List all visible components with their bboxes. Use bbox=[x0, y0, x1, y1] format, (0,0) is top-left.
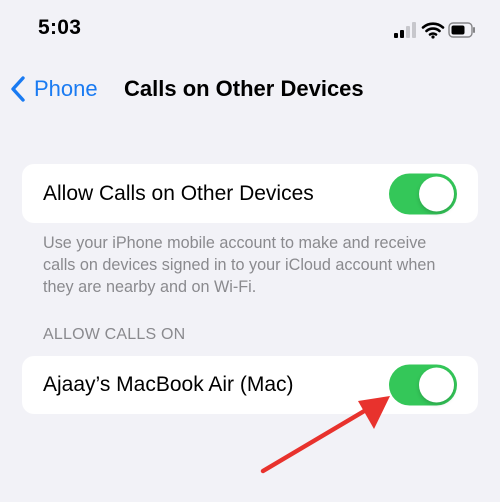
device-toggle[interactable] bbox=[389, 364, 457, 406]
allow-calls-toggle[interactable] bbox=[389, 173, 457, 214]
status-time: 5:03 bbox=[38, 16, 82, 39]
signal-icon bbox=[394, 22, 416, 38]
battery-icon bbox=[448, 22, 475, 38]
toggle-knob bbox=[419, 367, 454, 403]
allow-calls-on-section-header: ALLOW CALLS ON bbox=[43, 326, 186, 343]
back-button-label: Phone bbox=[34, 76, 98, 101]
navigation-bar: Phone Calls on Other Devices bbox=[0, 66, 500, 112]
page-title: Calls on Other Devices bbox=[124, 76, 364, 101]
device-row: Ajaay’s MacBook Air (Mac) bbox=[22, 356, 478, 414]
chevron-left-icon bbox=[11, 76, 25, 102]
device-label: Ajaay’s MacBook Air (Mac) bbox=[43, 373, 294, 396]
toggle-knob bbox=[419, 176, 454, 211]
status-bar: 5:03 bbox=[0, 0, 500, 60]
wifi-icon bbox=[421, 22, 445, 39]
allow-calls-description: Use your iPhone mobile account to make a… bbox=[43, 234, 436, 296]
status-icons bbox=[394, 22, 475, 39]
back-button[interactable]: Phone bbox=[8, 72, 98, 106]
allow-calls-label: Allow Calls on Other Devices bbox=[43, 181, 314, 205]
allow-calls-row: Allow Calls on Other Devices bbox=[22, 164, 478, 223]
